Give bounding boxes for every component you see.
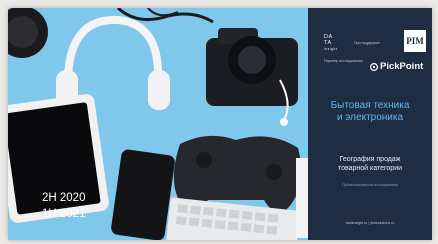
websites-label: datainsight.ru | pimsolutions.ru xyxy=(345,221,395,225)
period-label: 2H 2020 1H 2021 xyxy=(42,190,85,222)
subtitle-line-2: товарной категории xyxy=(337,165,403,172)
camera-image xyxy=(206,28,298,106)
info-panel: DA TA insight При поддержке PIM Партнер … xyxy=(308,8,432,240)
period-line-2: 1H 2021 xyxy=(42,208,86,220)
public-version-label: Публичная версия исследования xyxy=(342,183,398,187)
subtitle-line-1: География продаж xyxy=(339,156,401,163)
report-title: Бытовая техника и электроника xyxy=(308,100,432,124)
pickpoint-logo: PickPoint xyxy=(380,61,424,72)
partner-label: Партнер исследования xyxy=(324,59,363,63)
support-label: При поддержке xyxy=(354,41,380,45)
report-cover: 2H 2020 1H 2021 DA TA insight При поддер… xyxy=(8,8,432,240)
pim-logo: PIM xyxy=(404,30,426,52)
title-line-2: и электроника xyxy=(336,112,404,123)
datainsight-logo: DA TA insight xyxy=(324,34,337,52)
logo-line-3: insight xyxy=(324,47,338,51)
report-subtitle: География продаж товарной категории xyxy=(308,155,432,173)
period-line-1: 2H 2020 xyxy=(42,192,86,204)
pickpoint-icon xyxy=(370,63,378,71)
title-line-1: Бытовая техника xyxy=(330,100,410,111)
device-edge-image xyxy=(296,158,308,238)
